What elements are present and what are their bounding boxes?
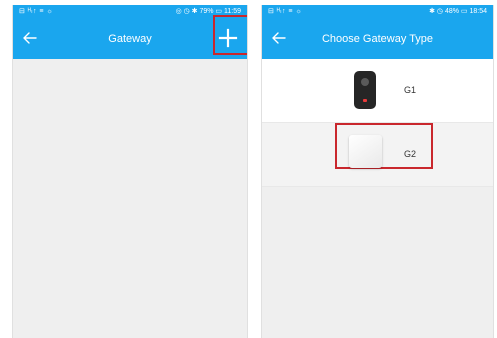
add-gateway-button[interactable] <box>214 24 242 52</box>
status-left-icons: ⊟ ᴴₗ↑ ≡ ☼ <box>19 8 54 15</box>
choose-gateway-type-screen: ⊟ ᴴₗ↑ ≡ ☼ ✱ ◷ 48% ▭ 18:54 Choose Gateway… <box>261 5 494 338</box>
gateway-option-g1[interactable]: G1 <box>262 59 493 123</box>
status-right-text: ✱ ◷ 48% ▭ 18:54 <box>429 8 487 15</box>
gateway-screen: ⊟ ᴴₗ↑ ≡ ☼ ◎ ◷ ✱ 79% ▭ 11:59 Gateway <box>12 5 248 338</box>
page-title: Choose Gateway Type <box>321 33 434 45</box>
page-title: Gateway <box>108 33 152 45</box>
status-bar: ⊟ ᴴₗ↑ ≡ ☼ ◎ ◷ ✱ 79% ▭ 11:59 <box>13 5 247 19</box>
app-bar: Gateway <box>13 15 247 59</box>
gateway-option-label: G2 <box>404 149 417 159</box>
g1-device-image <box>354 71 376 109</box>
app-bar: Choose Gateway Type <box>262 19 493 59</box>
g2-device-image <box>349 135 382 168</box>
plus-icon <box>218 28 238 48</box>
gateway-option-label: G1 <box>404 85 417 95</box>
status-bar: ⊟ ᴴₗ↑ ≡ ☼ ✱ ◷ 48% ▭ 18:54 <box>262 5 493 19</box>
gateway-option-g2[interactable]: G2 <box>262 123 493 187</box>
status-left-icons: ⊟ ᴴₗ↑ ≡ ☼ <box>268 8 303 15</box>
